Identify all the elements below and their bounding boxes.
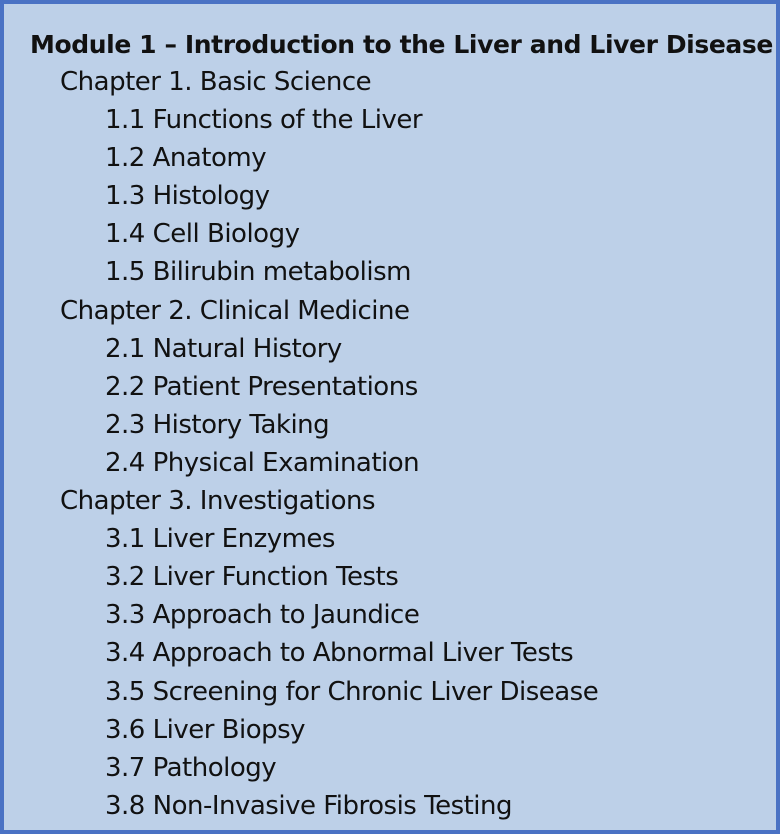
section-item: 1.3 Histology bbox=[105, 181, 270, 212]
chapter-heading: Chapter 2. Clinical Medicine bbox=[60, 295, 410, 326]
section-item: 3.5 Screening for Chronic Liver Disease bbox=[105, 676, 599, 707]
section-item: 1.2 Anatomy bbox=[105, 143, 267, 174]
chapter-heading: Chapter 1. Basic Science bbox=[60, 67, 372, 97]
section-item: 3.6 Liver Biopsy bbox=[105, 714, 306, 745]
module-title: Module 1 – Introduction to the Liver and… bbox=[30, 30, 773, 59]
section-item: 3.7 Pathology bbox=[105, 752, 277, 783]
section-item: 1.1 Functions of the Liver bbox=[105, 105, 423, 136]
section-item: 3.3 Approach to Jaundice bbox=[105, 600, 420, 631]
section-item: 3.1 Liver Enzymes bbox=[105, 524, 335, 555]
section-item: 1.5 Bilirubin metabolism bbox=[105, 257, 411, 288]
section-item: 2.3 History Taking bbox=[105, 409, 330, 440]
section-item: 1.4 Cell Biology bbox=[105, 219, 300, 250]
section-item: 3.8 Non-Invasive Fibrosis Testing bbox=[105, 790, 513, 821]
section-item: 2.2 Patient Presentations bbox=[105, 371, 418, 402]
section-item: 2.4 Physical Examination bbox=[105, 447, 420, 478]
section-item: 2.1 Natural History bbox=[105, 333, 342, 364]
section-item: 3.4 Approach to Abnormal Liver Tests bbox=[105, 638, 574, 669]
section-item: 3.2 Liver Function Tests bbox=[105, 562, 399, 593]
chapter-heading: Chapter 3. Investigations bbox=[60, 486, 376, 517]
module-outline-box: Module 1 – Introduction to the Liver and… bbox=[0, 0, 780, 834]
chapter-outline: Chapter 1. Basic Science 1.1 Functions o… bbox=[4, 63, 776, 825]
